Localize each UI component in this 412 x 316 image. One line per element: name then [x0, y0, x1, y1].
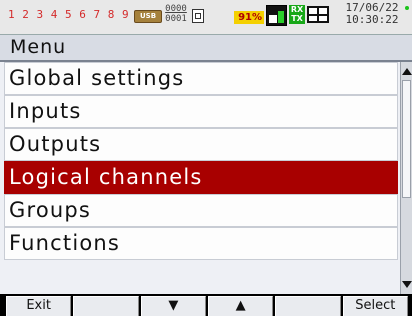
scroll-down-arrow-icon[interactable] [402, 281, 412, 288]
rx-tx-icon: RX TX [289, 5, 305, 24]
menu-item-inputs[interactable]: Inputs [4, 95, 398, 128]
counter-bottom: 0001 [165, 14, 187, 24]
disk-icon [266, 5, 287, 26]
rx-label: RX [290, 5, 304, 14]
exit-button[interactable]: Exit [6, 296, 72, 316]
softkey-5-button[interactable] [275, 296, 341, 316]
scroll-up-arrow-icon[interactable] [402, 68, 412, 75]
select-button[interactable]: Select [342, 296, 408, 316]
menu-item-global-settings[interactable]: Global settings [4, 62, 398, 95]
softkey-2-button[interactable] [73, 296, 139, 316]
down-arrow-button[interactable]: ▼ [140, 296, 206, 316]
usb-icon: USB [134, 10, 162, 23]
scrollbar[interactable] [400, 62, 412, 294]
menu-item-outputs[interactable]: Outputs [4, 128, 398, 161]
page-title: Menu [10, 36, 67, 58]
up-arrow-button[interactable]: ▲ [207, 296, 274, 316]
menu-list: Global settings Inputs Outputs Logical c… [0, 62, 400, 294]
tx-label: TX [291, 14, 303, 23]
title-bar: Menu [0, 34, 412, 62]
record-counter: 0000 0001 [163, 4, 189, 24]
battery-indicator: 91% [234, 11, 264, 24]
softkey-bar: Exit ▼ ▲ Select [0, 294, 412, 316]
grid-icon [307, 6, 329, 23]
menu-item-functions[interactable]: Functions [4, 227, 398, 260]
menu-item-logical-channels[interactable]: Logical channels [4, 161, 398, 194]
scrollbar-thumb[interactable] [402, 80, 411, 198]
channel-numbers: 1 2 3 4 5 6 7 8 9 10 [8, 8, 151, 21]
counter-top: 0000 [165, 4, 187, 14]
time: 10:30:22 [345, 13, 399, 26]
small-square-icon [192, 9, 204, 23]
status-dot-icon [405, 6, 409, 10]
status-bar: 1 2 3 4 5 6 7 8 9 10 USB 0000 0001 91% R… [0, 0, 412, 34]
date-time: 17/06/22 10:30:22 [337, 2, 407, 26]
menu-item-groups[interactable]: Groups [4, 194, 398, 227]
